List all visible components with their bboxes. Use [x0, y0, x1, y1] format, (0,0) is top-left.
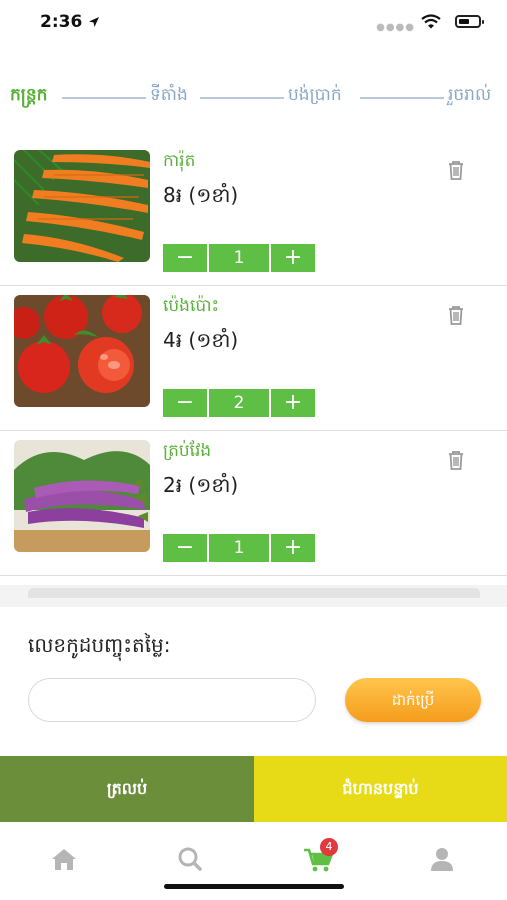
next-step-button[interactable]: ជំហានបន្ទាប់: [254, 756, 507, 822]
step-payment: បង់ប្រាក់: [288, 85, 342, 105]
home-icon: [52, 849, 76, 870]
item-price: 4៛ (១ខាំ): [163, 328, 239, 352]
decrease-button[interactable]: −: [163, 534, 207, 562]
status-time: 2:36: [40, 12, 83, 32]
checkout-stepper: កន្ត្រក ទីតាំង បង់ប្រាក់ រួចរាល់: [0, 78, 507, 114]
product-image-eggplants: [14, 440, 150, 552]
step-connector: [360, 97, 444, 99]
quantity-value: 1: [207, 244, 271, 272]
next-item-peek: [28, 588, 480, 598]
step-connector: [62, 97, 146, 99]
coupon-title: លេខកូដបញ្ចុះតម្លៃ:: [28, 633, 171, 657]
step-location: ទីតាំង: [150, 85, 188, 105]
cart-item: ការ៉ុត 8៛ (១ខាំ) − 1 +: [0, 140, 507, 286]
coupon-input[interactable]: [28, 678, 316, 722]
step-done: រួចរាល់: [448, 85, 492, 105]
quantity-value: 2: [207, 389, 271, 417]
decrease-button[interactable]: −: [163, 244, 207, 272]
item-price: 2៛ (១ខាំ): [163, 473, 239, 497]
item-name[interactable]: ការ៉ុត: [163, 150, 195, 175]
increase-button[interactable]: +: [271, 534, 315, 562]
signal-icon: ●●●●: [376, 22, 415, 33]
cart-item: ប៉េងប៉ោះ 4៛ (១ខាំ) − 2 +: [0, 285, 507, 431]
home-indicator: [164, 884, 344, 889]
trash-icon[interactable]: [444, 303, 468, 327]
product-image-carrots: [14, 150, 150, 262]
cart-badge: 4: [320, 838, 338, 856]
tab-cart[interactable]: 4: [300, 838, 340, 874]
increase-button[interactable]: +: [271, 389, 315, 417]
decrease-button[interactable]: −: [163, 389, 207, 417]
location-arrow-icon: [89, 17, 99, 27]
step-connector: [200, 97, 284, 99]
product-image-tomatoes: [14, 295, 150, 407]
item-price: 8៛ (១ខាំ): [163, 183, 239, 207]
trash-icon[interactable]: [444, 448, 468, 472]
profile-icon: [431, 848, 453, 871]
status-bar: 2:36 ●●●●: [0, 0, 507, 44]
cart-item: ត្រប់វែង 2៛ (១ខាំ) − 1 +: [0, 430, 507, 576]
tab-profile[interactable]: [422, 844, 462, 874]
battery-icon: [455, 15, 484, 28]
quantity-stepper: − 2 +: [163, 389, 320, 417]
search-icon: [178, 847, 202, 871]
quantity-stepper: − 1 +: [163, 534, 320, 562]
item-name[interactable]: ត្រប់វែង: [163, 440, 211, 465]
step-cart: កន្ត្រក: [10, 85, 48, 105]
item-name[interactable]: ប៉េងប៉ោះ: [163, 295, 219, 320]
tab-home[interactable]: [44, 844, 84, 874]
back-button[interactable]: ត្រលប់: [0, 756, 254, 822]
increase-button[interactable]: +: [271, 244, 315, 272]
apply-coupon-button[interactable]: ដាក់ប្រើ: [345, 678, 481, 722]
quantity-value: 1: [207, 534, 271, 562]
quantity-stepper: − 1 +: [163, 244, 320, 272]
trash-icon[interactable]: [444, 158, 468, 182]
wifi-icon: [421, 14, 441, 29]
tab-search[interactable]: [170, 844, 210, 874]
